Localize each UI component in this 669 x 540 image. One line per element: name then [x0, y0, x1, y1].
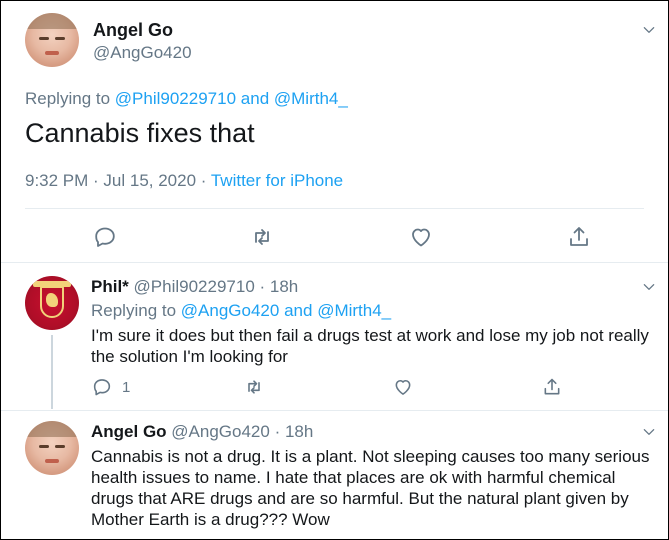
author-name[interactable]: Angel Go [91, 422, 167, 441]
replying-and: and [284, 301, 313, 320]
main-tweet: Angel Go @AngGo420 Replying to @Phil9022… [1, 1, 668, 263]
liver-bird-icon [46, 293, 58, 307]
avatar-eye [39, 445, 49, 448]
avatar[interactable] [25, 13, 79, 67]
timestamp[interactable]: 9:32 PM · Jul 15, 2020 · [25, 171, 206, 190]
chevron-down-icon[interactable] [642, 280, 656, 294]
author-handle[interactable]: @Phil90229710 · 18h [134, 277, 299, 296]
source-link[interactable]: Twitter for iPhone [211, 171, 343, 190]
reply-header: Angel Go @AngGo420 · 18h [91, 422, 313, 442]
like-icon[interactable] [393, 377, 413, 397]
share-icon[interactable] [542, 377, 562, 397]
share-icon[interactable] [567, 225, 591, 249]
retweet-icon[interactable] [244, 377, 264, 397]
author-handle[interactable]: @AngGo420 [93, 43, 192, 63]
mention-link[interactable]: @Mirth4_ [274, 89, 348, 108]
divider [25, 208, 644, 209]
avatar-eye [55, 445, 65, 448]
replying-prefix: Replying to [91, 301, 177, 320]
mention-link[interactable]: @Mirth4_ [317, 301, 391, 320]
mention-link[interactable]: @AngGo420 [181, 301, 280, 320]
avatar-eye [39, 37, 49, 40]
divider [1, 410, 668, 411]
reply-header: Phil* @Phil90229710 · 18h [91, 277, 298, 297]
tweet-text: Cannabis is not a drug. It is a plant. N… [91, 447, 650, 529]
reply-icon[interactable] [92, 377, 112, 397]
chevron-down-icon[interactable] [642, 23, 656, 37]
avatar[interactable] [25, 276, 79, 330]
retweet-icon[interactable] [250, 225, 274, 249]
author-name[interactable]: Phil* [91, 277, 129, 296]
tweet-thread: Angel Go @AngGo420 Replying to @Phil9022… [0, 0, 669, 540]
chevron-down-icon[interactable] [642, 425, 656, 439]
avatar[interactable] [25, 421, 79, 475]
avatar-mouth [45, 51, 59, 55]
tweet-meta: 9:32 PM · Jul 15, 2020 · Twitter for iPh… [25, 171, 343, 191]
author-name[interactable]: Angel Go [93, 20, 173, 41]
avatar-mouth [45, 459, 59, 463]
replying-to: Replying to @Phil90229710 and @Mirth4_ [25, 89, 348, 109]
tweet-text: Cannabis fixes that [25, 118, 255, 148]
replying-and: and [240, 89, 270, 108]
replying-prefix: Replying to [25, 89, 111, 108]
reply-icon[interactable] [93, 225, 117, 249]
avatar-eye [55, 37, 65, 40]
tweet-text: I'm sure it does but then fail a drugs t… [91, 326, 649, 366]
replying-to: Replying to @AngGo420 and @Mirth4_ [91, 301, 391, 321]
reply-count: 1 [122, 379, 131, 396]
thread-line [51, 335, 53, 409]
author-handle[interactable]: @AngGo420 · 18h [171, 422, 313, 441]
mention-link[interactable]: @Phil90229710 [115, 89, 236, 108]
like-icon[interactable] [409, 225, 433, 249]
